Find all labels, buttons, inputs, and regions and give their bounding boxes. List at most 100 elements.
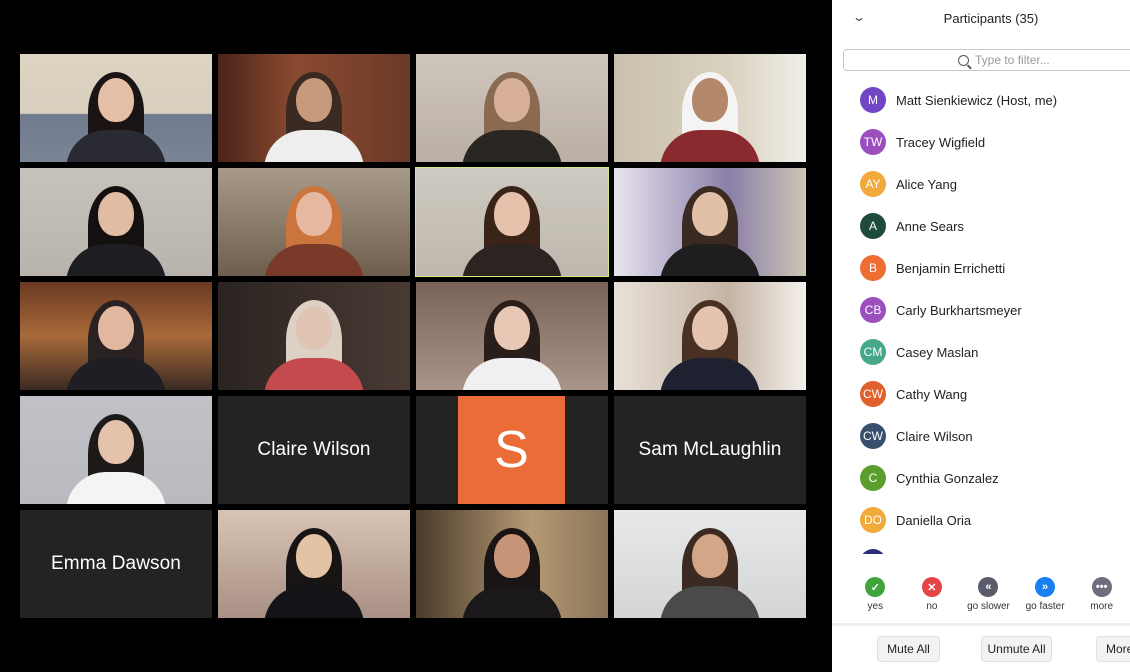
video-subject-head	[692, 306, 728, 350]
participant-list-item[interactable]: TW Tracey Wigfield	[832, 121, 1130, 163]
avatar-tile[interactable]: S	[416, 396, 608, 504]
video-subject-head	[98, 192, 134, 236]
name-tile[interactable]: Claire Wilson	[218, 396, 410, 504]
zoom-meeting-window: Claire Wilson S Sam McLaughlin Emma Dawson …	[0, 0, 1130, 672]
participant-list-item[interactable]: CW Cathy Wang	[832, 373, 1130, 415]
x-icon: ✕	[921, 577, 942, 597]
reaction-go-faster-button[interactable]: » go faster	[1017, 577, 1074, 621]
video-subject-head	[692, 534, 728, 578]
video-tile[interactable]	[614, 282, 806, 390]
video-subject-head	[494, 78, 530, 122]
participants-panel: ⌄ Participants (35) M Matt Sienkiewicz (…	[832, 0, 1130, 672]
filter-search-box[interactable]	[843, 49, 1130, 71]
participant-list[interactable]: M Matt Sienkiewicz (Host, me) TW Tracey W…	[832, 79, 1130, 554]
more-button[interactable]: More	[1096, 636, 1130, 662]
participant-avatar: CM	[860, 339, 886, 365]
reaction-label: yes	[867, 601, 884, 612]
participant-name: Cynthia Gonzalez	[896, 470, 999, 486]
participants-panel-header: ⌄ Participants (35)	[832, 0, 1130, 40]
participant-name-label: Emma Dawson	[51, 553, 181, 574]
name-tile[interactable]: Sam McLaughlin	[614, 396, 806, 504]
video-tile[interactable]	[20, 168, 212, 276]
video-tile[interactable]	[614, 510, 806, 618]
participant-name: Matt Sienkiewicz (Host, me)	[896, 92, 1058, 108]
participant-avatar: CW	[860, 381, 886, 407]
participant-name: Tracey Wigfield	[896, 134, 986, 150]
participant-list-item[interactable]: AY Alice Yang	[832, 163, 1130, 205]
participant-avatar: B	[860, 255, 886, 281]
participant-avatar: C	[860, 465, 886, 491]
participant-list-item[interactable]: M Matt Sienkiewicz (Host, me)	[832, 79, 1130, 121]
participant-avatar: M	[860, 87, 886, 113]
video-subject-head	[98, 306, 134, 350]
participant-list-item[interactable]: CW Claire Wilson	[832, 415, 1130, 457]
video-tile-active-speaker[interactable]	[415, 167, 609, 277]
participant-name: Benjamin Errichetti	[896, 260, 1006, 276]
reaction-label: go slower	[967, 601, 1010, 612]
participant-name-label: Claire Wilson	[257, 439, 371, 460]
video-tile[interactable]	[218, 510, 410, 618]
video-subject-head	[98, 420, 134, 464]
gallery-view: Claire Wilson S Sam McLaughlin Emma Dawson	[0, 0, 832, 672]
participant-avatar	[860, 549, 886, 554]
participant-list-item[interactable]: B Benjamin Errichetti	[832, 247, 1130, 289]
video-subject-head	[98, 78, 134, 122]
unmute-all-button[interactable]: Unmute All	[981, 636, 1052, 662]
participant-avatar: CW	[860, 423, 886, 449]
reaction-label: more	[1090, 601, 1114, 612]
video-subject-head	[692, 192, 728, 236]
participant-avatar: TW	[860, 129, 886, 155]
profile-avatar: S	[458, 396, 565, 504]
participant-name: Casey Maslan	[896, 344, 979, 360]
video-subject-head	[494, 306, 530, 350]
video-tile[interactable]	[20, 282, 212, 390]
participant-name: Cathy Wang	[896, 386, 968, 402]
participant-list-item[interactable]: DO Daniella Oria	[832, 499, 1130, 541]
panel-title: Participants (35)	[943, 11, 1039, 26]
more-icon: •••	[1091, 577, 1112, 597]
video-tile[interactable]	[416, 510, 608, 618]
mute-all-button[interactable]: Mute All	[877, 636, 940, 662]
video-tile[interactable]	[20, 54, 212, 162]
participant-avatar: DO	[860, 507, 886, 533]
reaction-label: go faster	[1025, 601, 1065, 612]
reaction-yes-button[interactable]: ✓ yes	[847, 577, 904, 621]
participant-avatar: CB	[860, 297, 886, 323]
video-tile[interactable]	[416, 282, 608, 390]
check-icon: ✓	[865, 577, 886, 597]
reaction-go-slower-button[interactable]: « go slower	[960, 577, 1017, 621]
reaction-label: no	[926, 601, 938, 612]
participant-name: Anne Sears	[896, 218, 964, 234]
video-tile[interactable]	[218, 168, 410, 276]
video-subject-head	[494, 192, 530, 236]
fast-forward-icon: »	[1035, 577, 1056, 597]
participant-name-label: Sam McLaughlin	[638, 439, 782, 460]
reaction-no-button[interactable]: ✕ no	[904, 577, 961, 621]
video-subject-head	[296, 192, 332, 236]
participant-avatar: A	[860, 213, 886, 239]
video-subject-head	[692, 78, 728, 122]
participant-list-item[interactable]: CM Casey Maslan	[832, 331, 1130, 373]
video-tile[interactable]	[218, 282, 410, 390]
participant-name: Alice Yang	[896, 176, 957, 192]
video-subject-head	[494, 534, 530, 578]
reaction-more-button[interactable]: ••• more	[1073, 577, 1130, 621]
video-tile[interactable]	[416, 54, 608, 162]
video-tile[interactable]	[614, 54, 806, 162]
name-tile[interactable]: Emma Dawson	[20, 510, 212, 618]
participant-name: Daniella Oria	[896, 512, 972, 528]
video-tile[interactable]	[20, 396, 212, 504]
rewind-icon: «	[978, 577, 999, 597]
participant-list-item[interactable]: A Anne Sears	[832, 205, 1130, 247]
reactions-bar: ✓ yes ✕ no « go slower» go faster ••• more	[832, 577, 1130, 621]
search-icon	[958, 54, 969, 66]
participant-name: Carly Burkhartsmeyer	[896, 302, 1022, 318]
video-tile[interactable]	[614, 168, 806, 276]
participant-list-item[interactable]: CB Carly Burkhartsmeyer	[832, 289, 1130, 331]
participant-list-item[interactable]	[832, 541, 1130, 554]
filter-input[interactable]	[975, 53, 1095, 67]
video-subject-head	[296, 534, 332, 578]
video-tile[interactable]	[218, 54, 410, 162]
video-subject-head	[296, 306, 332, 350]
participant-list-item[interactable]: C Cynthia Gonzalez	[832, 457, 1130, 499]
